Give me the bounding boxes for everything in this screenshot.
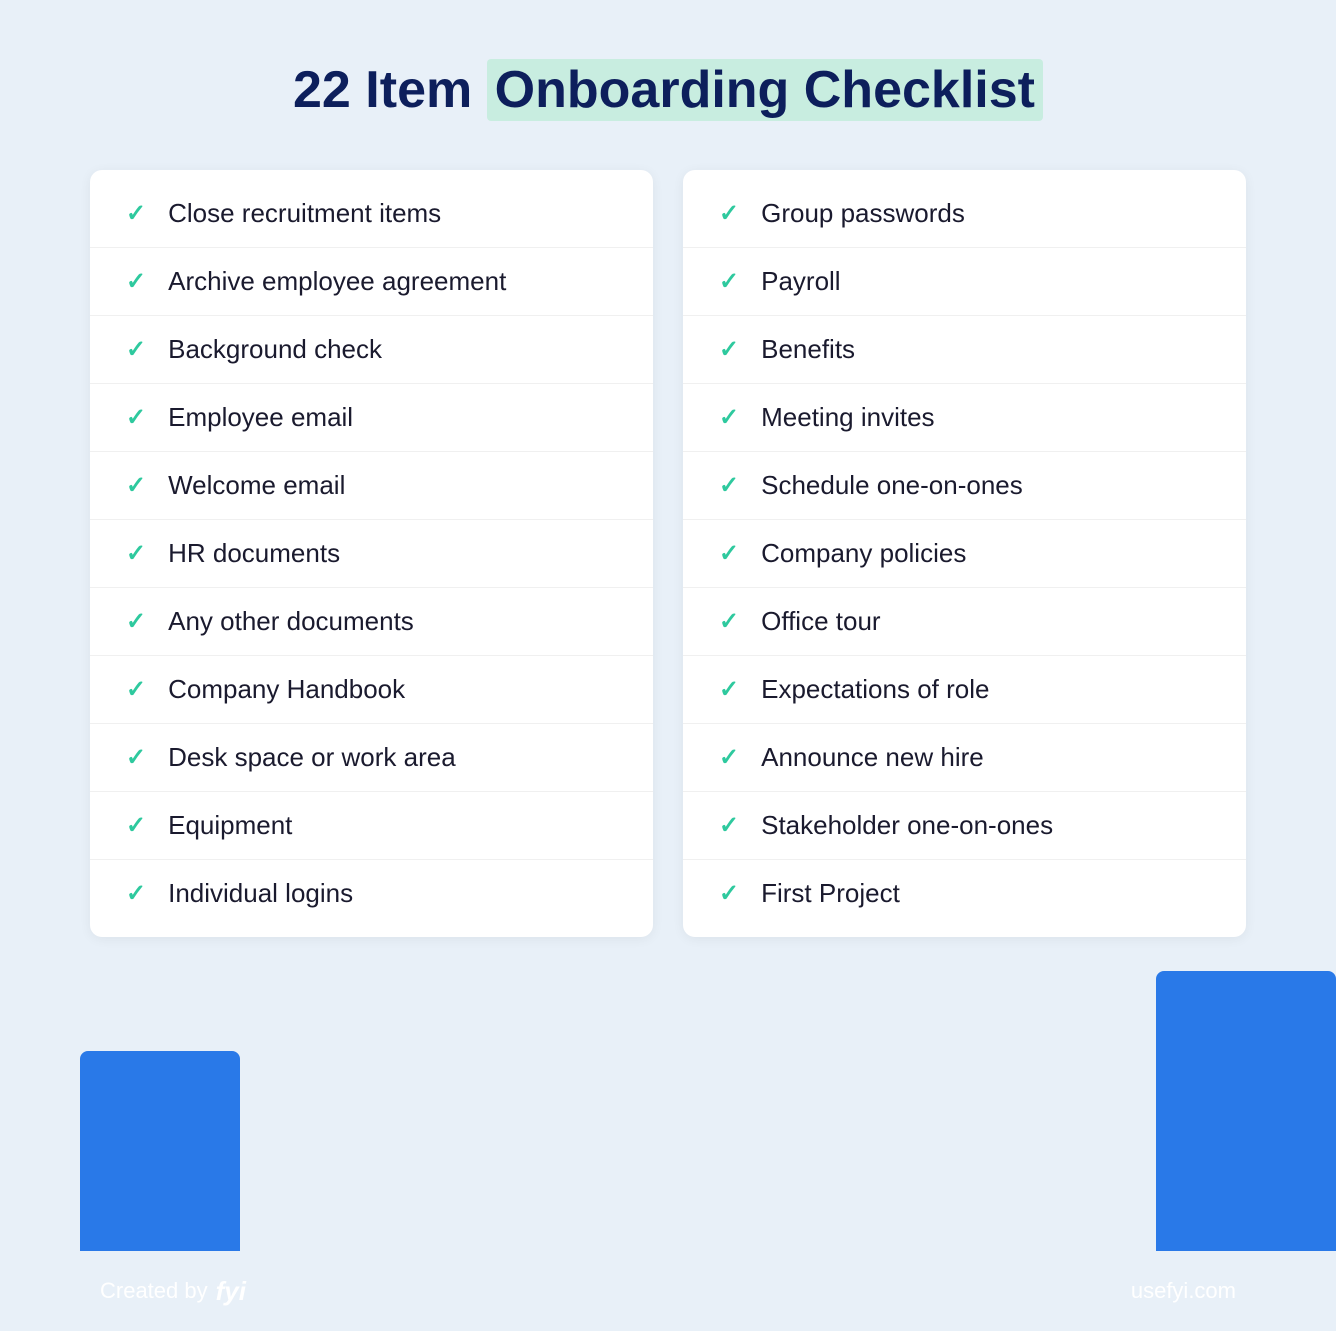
created-by-label: Created by [100, 1278, 208, 1304]
item-label: Payroll [761, 266, 840, 297]
right-checklist-card: ✓ Group passwords ✓ Payroll ✓ Benefits ✓… [683, 170, 1246, 937]
check-icon: ✓ [719, 675, 739, 704]
left-checklist-card: ✓ Close recruitment items ✓ Archive empl… [90, 170, 653, 937]
item-label: Stakeholder one-on-ones [761, 810, 1053, 841]
list-item: ✓ Equipment [90, 792, 653, 860]
item-label: Expectations of role [761, 674, 989, 705]
check-icon: ✓ [719, 743, 739, 772]
check-icon: ✓ [126, 199, 146, 228]
check-icon: ✓ [126, 403, 146, 432]
item-label: Employee email [168, 402, 353, 433]
list-item: ✓ Payroll [683, 248, 1246, 316]
footer-branding: Created by fyi [100, 1276, 246, 1307]
item-label: Close recruitment items [168, 198, 441, 229]
item-label: Schedule one-on-ones [761, 470, 1023, 501]
check-icon: ✓ [719, 199, 739, 228]
list-item: ✓ Background check [90, 316, 653, 384]
item-label: Announce new hire [761, 742, 984, 773]
list-item: ✓ Office tour [683, 588, 1246, 656]
check-icon: ✓ [719, 403, 739, 432]
item-label: Welcome email [168, 470, 345, 501]
check-icon: ✓ [719, 267, 739, 296]
item-label: Meeting invites [761, 402, 934, 433]
item-label: Any other documents [168, 606, 414, 637]
list-item: ✓ Schedule one-on-ones [683, 452, 1246, 520]
checklist-container: ✓ Close recruitment items ✓ Archive empl… [90, 170, 1246, 937]
list-item: ✓ Welcome email [90, 452, 653, 520]
decorative-shape-left [80, 1051, 240, 1251]
title-part2: Onboarding Checklist [487, 59, 1043, 121]
footer: Created by fyi usefyi.com [0, 1251, 1336, 1331]
item-label: Company Handbook [168, 674, 405, 705]
check-icon: ✓ [126, 335, 146, 364]
check-icon: ✓ [126, 471, 146, 500]
list-item: ✓ Stakeholder one-on-ones [683, 792, 1246, 860]
check-icon: ✓ [126, 811, 146, 840]
list-item: ✓ Company policies [683, 520, 1246, 588]
list-item: ✓ Group passwords [683, 180, 1246, 248]
item-label: Background check [168, 334, 382, 365]
list-item: ✓ Expectations of role [683, 656, 1246, 724]
check-icon: ✓ [719, 335, 739, 364]
list-item: ✓ Employee email [90, 384, 653, 452]
list-item: ✓ Benefits [683, 316, 1246, 384]
check-icon: ✓ [126, 539, 146, 568]
footer-url: usefyi.com [1131, 1278, 1236, 1304]
check-icon: ✓ [126, 607, 146, 636]
check-icon: ✓ [719, 471, 739, 500]
list-item: ✓ Meeting invites [683, 384, 1246, 452]
list-item: ✓ Archive employee agreement [90, 248, 653, 316]
list-item: ✓ First Project [683, 860, 1246, 927]
list-item: ✓ Any other documents [90, 588, 653, 656]
decorative-shape-right [1156, 971, 1336, 1251]
check-icon: ✓ [126, 879, 146, 908]
list-item: ✓ HR documents [90, 520, 653, 588]
main-content: 22 Item Onboarding Checklist ✓ Close rec… [0, 0, 1336, 937]
list-item: ✓ Company Handbook [90, 656, 653, 724]
item-label: Individual logins [168, 878, 353, 909]
list-item: ✓ Close recruitment items [90, 180, 653, 248]
item-label: HR documents [168, 538, 340, 569]
page-title-container: 22 Item Onboarding Checklist [293, 60, 1043, 120]
item-label: Desk space or work area [168, 742, 456, 773]
item-label: Archive employee agreement [168, 266, 506, 297]
list-item: ✓ Desk space or work area [90, 724, 653, 792]
list-item: ✓ Announce new hire [683, 724, 1246, 792]
check-icon: ✓ [126, 675, 146, 704]
check-icon: ✓ [719, 607, 739, 636]
check-icon: ✓ [126, 743, 146, 772]
title-part1: 22 Item [293, 61, 487, 119]
check-icon: ✓ [719, 879, 739, 908]
list-item: ✓ Individual logins [90, 860, 653, 927]
item-label: Group passwords [761, 198, 965, 229]
brand-name: fyi [216, 1276, 246, 1307]
check-icon: ✓ [719, 539, 739, 568]
check-icon: ✓ [719, 811, 739, 840]
item-label: Benefits [761, 334, 855, 365]
item-label: Company policies [761, 538, 966, 569]
item-label: Office tour [761, 606, 880, 637]
check-icon: ✓ [126, 267, 146, 296]
item-label: Equipment [168, 810, 292, 841]
item-label: First Project [761, 878, 900, 909]
